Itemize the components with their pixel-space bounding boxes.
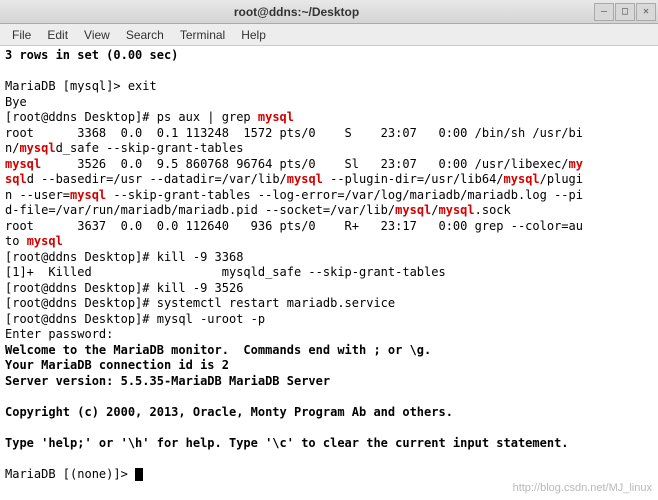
output-line: /plugi — [540, 172, 583, 186]
output-line: Bye — [5, 95, 27, 109]
output-line: --skip-grant-tables --log-error=/var/log… — [106, 188, 583, 202]
menu-edit[interactable]: Edit — [39, 26, 76, 44]
output-line: / — [431, 203, 438, 217]
highlight-mysql: mysql — [395, 203, 431, 217]
output-line: root 3637 0.0 0.0 112640 936 pts/0 R+ 23… — [5, 219, 583, 233]
output-line: Type 'help;' or '\h' for help. Type '\c'… — [5, 436, 569, 450]
cursor — [135, 468, 143, 481]
window-titlebar: root@ddns:~/Desktop — □ ✕ — [0, 0, 658, 24]
output-line: d --basedir=/usr --datadir=/var/lib/ — [27, 172, 287, 186]
menu-help[interactable]: Help — [233, 26, 274, 44]
minimize-button[interactable]: — — [594, 3, 614, 21]
highlight-mysql: mysql — [258, 110, 294, 124]
highlight-mysql: mysql — [287, 172, 323, 186]
highlight-mysql: sql — [5, 172, 27, 186]
output-line: root 3368 0.0 0.1 113248 1572 pts/0 S 23… — [5, 126, 583, 140]
output-line: --plugin-dir=/usr/lib64/ — [323, 172, 504, 186]
prompt-line: [root@ddns Desktop]# systemctl restart m… — [5, 296, 395, 310]
highlight-mysql: mysql — [504, 172, 540, 186]
output-line: Enter password: — [5, 327, 121, 341]
highlight-mysql: my — [569, 157, 583, 171]
prompt-line: [root@ddns Desktop]# kill -9 3526 — [5, 281, 243, 295]
output-line: n --user= — [5, 188, 70, 202]
output-line: Your MariaDB connection id is 2 — [5, 358, 229, 372]
output-line: [1]+ Killed mysqld_safe --skip-grant-tab… — [5, 265, 446, 279]
menu-search[interactable]: Search — [118, 26, 172, 44]
prompt-line: [root@ddns Desktop]# ps aux | grep — [5, 110, 258, 124]
output-line: Server version: 5.5.35-MariaDB MariaDB S… — [5, 374, 330, 388]
highlight-mysql: mysql — [439, 203, 475, 217]
output-line: .sock — [475, 203, 511, 217]
prompt-line: [root@ddns Desktop]# mysql -uroot -p — [5, 312, 265, 326]
terminal-area[interactable]: 3 rows in set (0.00 sec) MariaDB [mysql]… — [0, 46, 658, 500]
highlight-mysql: mysql — [19, 141, 55, 155]
menu-file[interactable]: File — [4, 26, 39, 44]
menu-view[interactable]: View — [76, 26, 118, 44]
output-line: d-file=/var/run/mariadb/mariadb.pid --so… — [5, 203, 395, 217]
output-line: 3526 0.0 9.5 860768 96764 pts/0 Sl 23:07… — [41, 157, 568, 171]
highlight-mysql: mysql — [70, 188, 106, 202]
highlight-mysql: mysql — [27, 234, 63, 248]
maximize-button[interactable]: □ — [615, 3, 635, 21]
output-line: Copyright (c) 2000, 2013, Oracle, Monty … — [5, 405, 453, 419]
output-line: 3 rows in set (0.00 sec) — [5, 48, 178, 62]
output-line: MariaDB [mysql]> exit — [5, 79, 157, 93]
menu-terminal[interactable]: Terminal — [172, 26, 233, 44]
prompt-line: [root@ddns Desktop]# kill -9 3368 — [5, 250, 243, 264]
output-line: Welcome to the MariaDB monitor. Commands… — [5, 343, 431, 357]
output-line: d_safe --skip-grant-tables — [56, 141, 244, 155]
output-line: n/ — [5, 141, 19, 155]
close-button[interactable]: ✕ — [636, 3, 656, 21]
output-line: to — [5, 234, 27, 248]
prompt-line: MariaDB [(none)]> — [5, 467, 135, 481]
window-controls: — □ ✕ — [593, 3, 658, 21]
window-title: root@ddns:~/Desktop — [0, 5, 593, 19]
menu-bar: File Edit View Search Terminal Help — [0, 24, 658, 46]
highlight-mysql: mysql — [5, 157, 41, 171]
watermark: http://blog.csdn.net/MJ_linux — [513, 482, 652, 494]
